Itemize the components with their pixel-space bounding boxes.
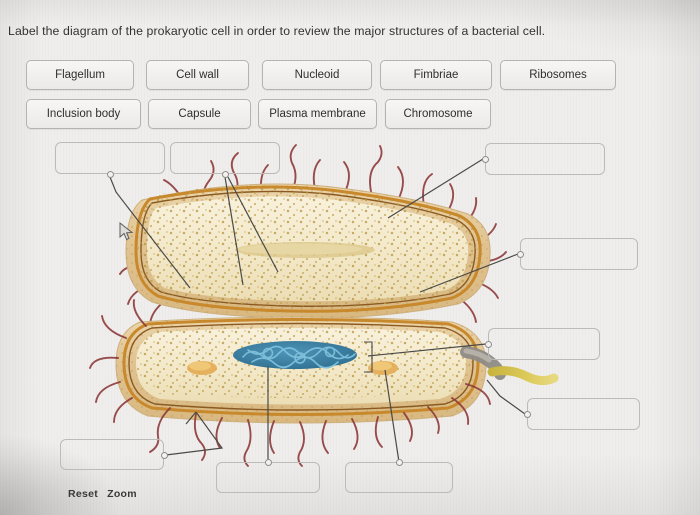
drop-top-left-2[interactable]	[170, 142, 280, 178]
page-title: Label the diagram of the prokaryotic cel…	[8, 24, 546, 38]
zoom-button[interactable]: Zoom	[107, 488, 137, 500]
word-tile-ribosomes[interactable]: Ribosomes	[500, 60, 616, 90]
diagram-controls: Reset Zoom	[68, 488, 146, 500]
drop-right-lower[interactable]	[524, 398, 640, 430]
connector-knob	[161, 451, 168, 459]
drop-bottom-right[interactable]	[345, 459, 453, 493]
drop-bottom-mid[interactable]	[216, 459, 320, 493]
reset-button[interactable]: Reset	[68, 488, 98, 500]
word-tile-flagellum[interactable]: Flagellum	[26, 60, 134, 90]
word-tile-chromosome[interactable]: Chromosome	[385, 99, 491, 129]
word-tile-cell-wall[interactable]: Cell wall	[146, 60, 249, 90]
connector-knob	[396, 459, 403, 466]
word-tile-plasma-membrane[interactable]: Plasma membrane	[258, 99, 377, 129]
word-tile-inclusion-body[interactable]: Inclusion body	[26, 99, 141, 129]
drop-bottom-left[interactable]	[60, 439, 168, 470]
connector-knob	[485, 341, 492, 348]
connector-knob	[222, 171, 229, 178]
drop-top-left-1[interactable]	[55, 142, 165, 178]
drop-right-mid[interactable]	[485, 328, 600, 360]
connector-knob	[265, 459, 272, 466]
word-tile-nucleoid[interactable]: Nucleoid	[262, 60, 372, 90]
connector-knob	[517, 251, 524, 258]
word-tile-fimbriae[interactable]: Fimbriae	[380, 60, 492, 90]
connector-knob	[482, 156, 489, 163]
connector-knob	[524, 411, 531, 418]
connector-knob	[107, 171, 114, 178]
mouse-pointer-icon	[119, 222, 134, 241]
drop-right-upper[interactable]	[517, 238, 638, 270]
word-tile-capsule[interactable]: Capsule	[148, 99, 251, 129]
drop-top-right[interactable]	[482, 143, 605, 175]
